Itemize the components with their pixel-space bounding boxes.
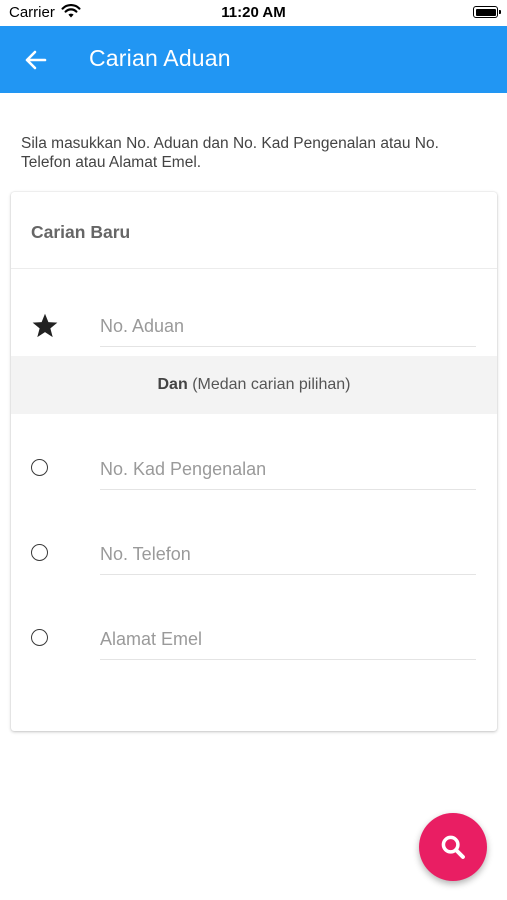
card-header: Carian Baru — [11, 192, 497, 269]
email-row — [11, 610, 497, 670]
back-button[interactable] — [14, 38, 58, 82]
status-bar: Carrier 11:20 AM — [0, 0, 507, 26]
status-time: 11:20 AM — [221, 4, 286, 21]
phone-number-radio[interactable] — [31, 544, 48, 561]
search-button[interactable] — [419, 813, 487, 881]
email-radio[interactable] — [31, 629, 48, 646]
app-bar: Carian Aduan — [0, 26, 507, 93]
search-icon — [441, 835, 465, 859]
arrow-left-icon — [25, 50, 47, 70]
star-icon — [31, 312, 59, 345]
phone-number-input[interactable] — [100, 534, 476, 575]
card-title: Carian Baru — [31, 222, 131, 242]
divider-bold-label: Dan — [157, 376, 188, 393]
phone-number-row — [11, 525, 497, 585]
divider-note: (Medan carian pilihan) — [192, 376, 351, 393]
complaint-number-row — [11, 296, 497, 356]
complaint-number-input[interactable] — [100, 306, 476, 347]
email-input[interactable] — [100, 619, 476, 660]
page-title: Carian Aduan — [89, 45, 231, 71]
instruction-text: Sila masukkan No. Aduan dan No. Kad Peng… — [21, 135, 439, 171]
ic-number-radio[interactable] — [31, 459, 48, 476]
battery-icon — [473, 6, 501, 18]
optional-fields-divider: Dan (Medan carian pilihan) — [11, 356, 497, 414]
search-card: Carian Baru Dan (Medan carian pilihan) — [11, 192, 497, 731]
ic-number-input[interactable] — [100, 449, 476, 490]
ic-number-row — [11, 440, 497, 500]
